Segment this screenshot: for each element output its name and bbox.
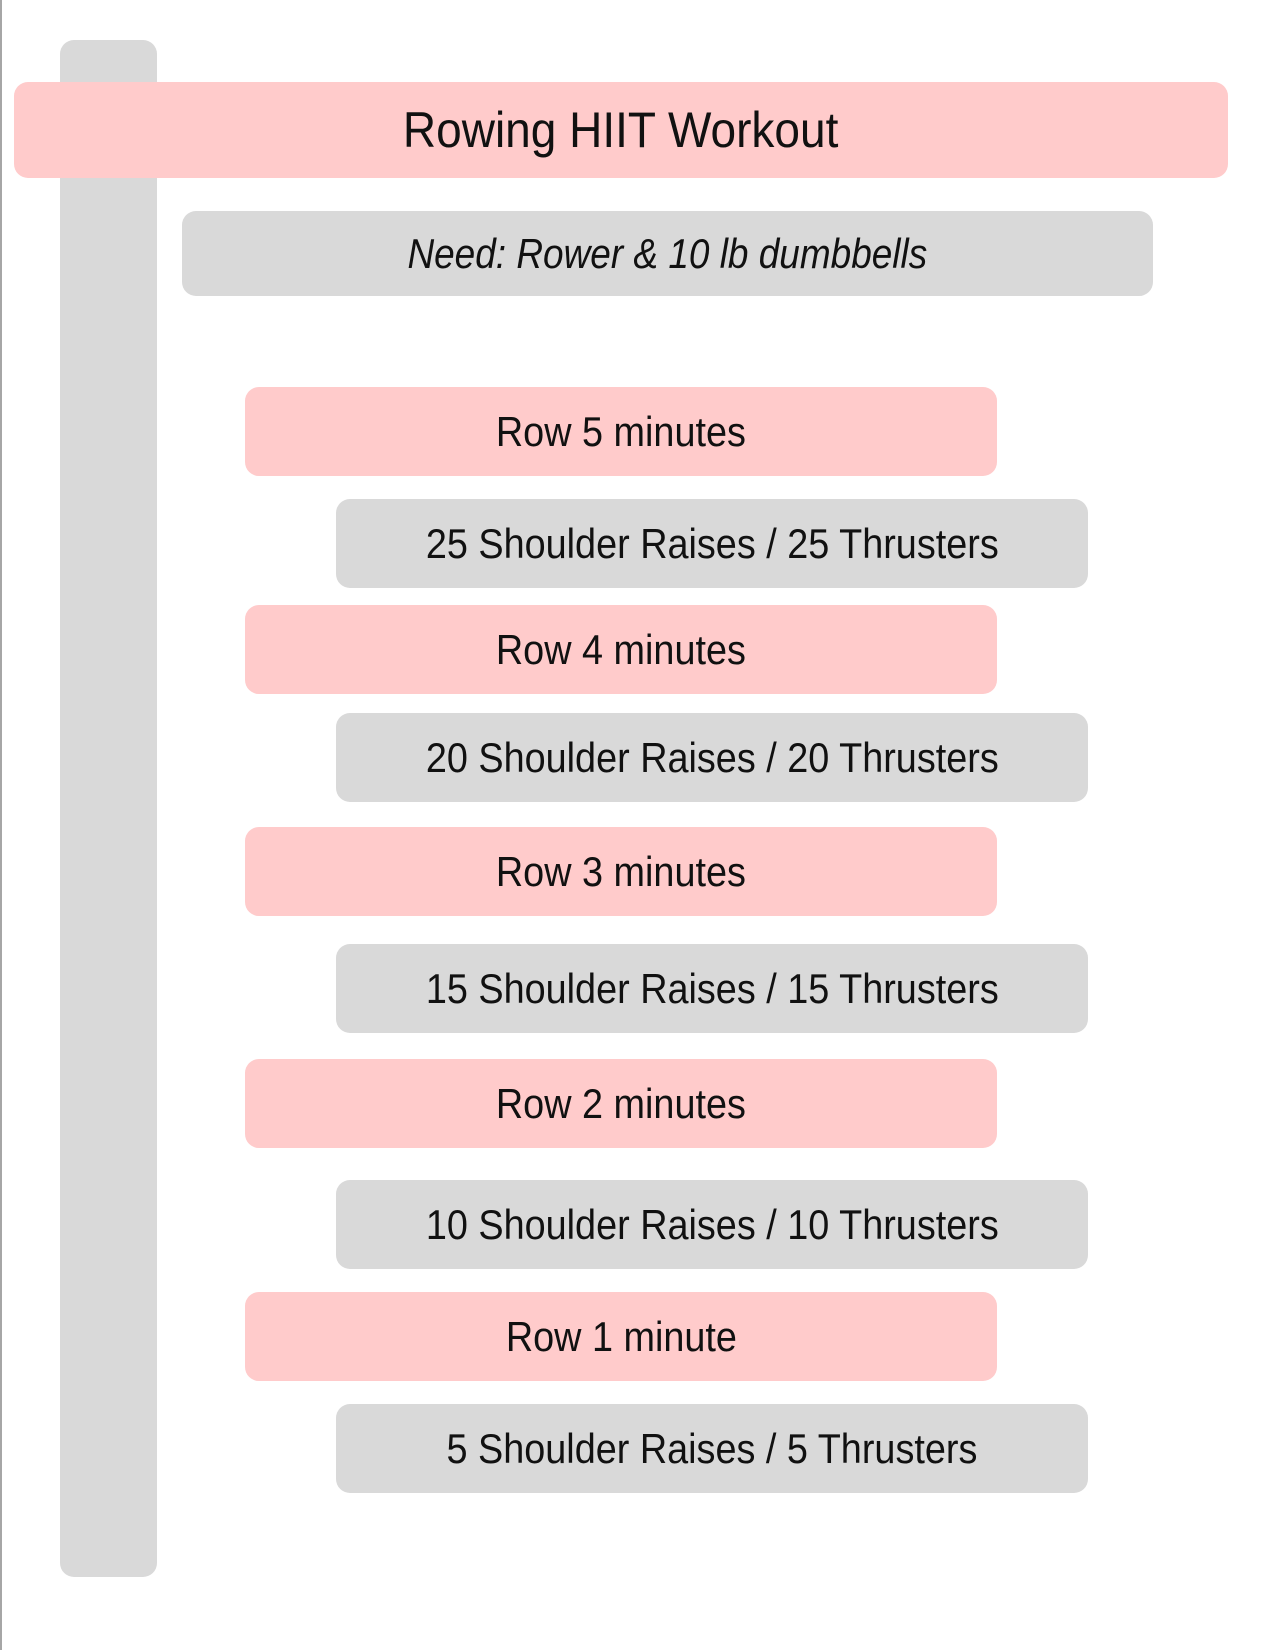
equipment-text: Need: Rower & 10 lb dumbbells <box>407 229 928 277</box>
rep-step: 10 Shoulder Raises / 10 Thrusters <box>336 1180 1088 1269</box>
page-title: Rowing HIIT Workout <box>403 102 839 158</box>
row-step: Row 1 minute <box>245 1292 997 1381</box>
row-step-text: Row 4 minutes <box>495 625 747 673</box>
decorative-side-bar <box>60 40 157 1577</box>
rep-step: 5 Shoulder Raises / 5 Thrusters <box>336 1404 1088 1493</box>
rep-step-text: 25 Shoulder Raises / 25 Thrusters <box>425 519 999 567</box>
row-step-text: Row 1 minute <box>505 1312 737 1360</box>
rep-step-text: 20 Shoulder Raises / 20 Thrusters <box>425 733 999 781</box>
rep-step-text: 15 Shoulder Raises / 15 Thrusters <box>425 964 999 1012</box>
rep-step: 25 Shoulder Raises / 25 Thrusters <box>336 499 1088 588</box>
row-step: Row 5 minutes <box>245 387 997 476</box>
row-step: Row 3 minutes <box>245 827 997 916</box>
title-banner: Rowing HIIT Workout <box>14 82 1228 178</box>
row-step-text: Row 5 minutes <box>495 407 747 455</box>
rep-step-text: 10 Shoulder Raises / 10 Thrusters <box>425 1200 999 1248</box>
rep-step: 20 Shoulder Raises / 20 Thrusters <box>336 713 1088 802</box>
rep-step-text: 5 Shoulder Raises / 5 Thrusters <box>446 1424 978 1472</box>
row-step: Row 2 minutes <box>245 1059 997 1148</box>
equipment-banner: Need: Rower & 10 lb dumbbells <box>182 211 1153 296</box>
page-edge-line <box>0 0 2 1650</box>
rep-step: 15 Shoulder Raises / 15 Thrusters <box>336 944 1088 1033</box>
row-step: Row 4 minutes <box>245 605 997 694</box>
row-step-text: Row 2 minutes <box>495 1079 747 1127</box>
row-step-text: Row 3 minutes <box>495 847 747 895</box>
